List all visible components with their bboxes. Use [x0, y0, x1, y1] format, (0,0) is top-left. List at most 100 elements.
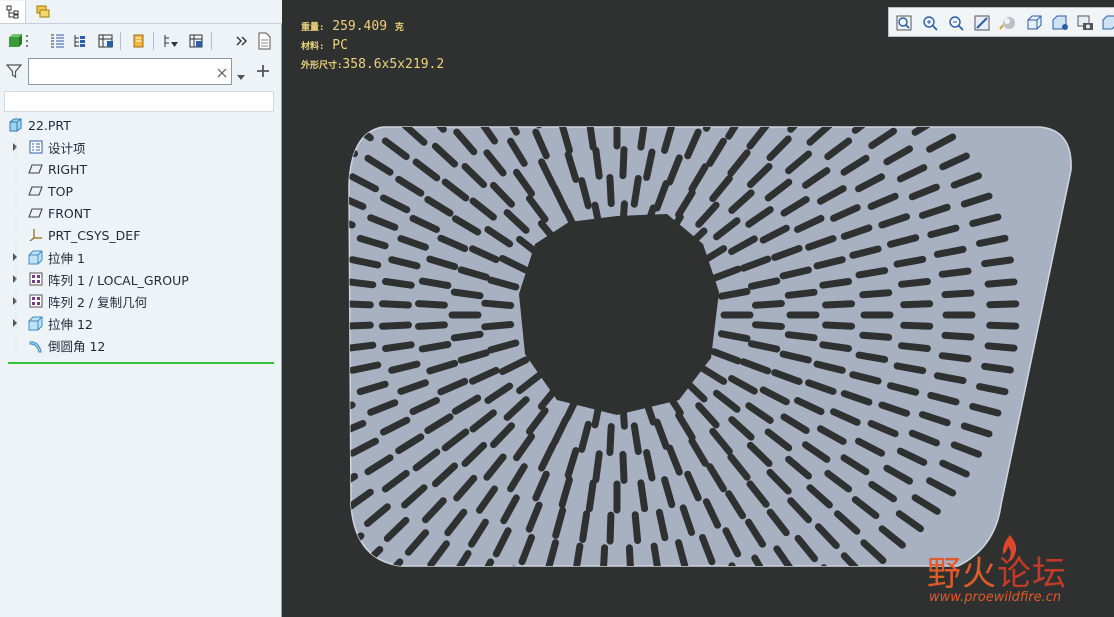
tab-model-tree[interactable]	[0, 1, 26, 23]
more-views-button[interactable]	[1101, 12, 1114, 34]
slot	[630, 175, 642, 208]
tree-item-csys[interactable]: PRT_CSYS_DEF	[0, 224, 282, 246]
extrude-icon	[28, 316, 43, 331]
slot	[283, 218, 307, 225]
slot	[503, 606, 512, 617]
slot	[478, 600, 489, 617]
slot	[938, 352, 972, 363]
slot	[478, 6, 489, 30]
clear-filter-icon[interactable]	[216, 64, 228, 83]
slot	[431, 65, 447, 86]
tree-item-extrude-12[interactable]: 拉伸 12	[0, 312, 282, 334]
slot	[981, 256, 1014, 268]
tree-item-part[interactable]: 22.PRT	[0, 114, 282, 136]
tree-toolbar	[0, 26, 282, 56]
slot	[283, 239, 300, 245]
tree-item-front[interactable]: FRONT	[0, 202, 282, 224]
slot	[450, 330, 484, 342]
show-type-button[interactable]	[160, 30, 182, 52]
highlight-button[interactable]	[127, 30, 149, 52]
tree-item-pattern-2[interactable]: 阵列 2 / 复制几何	[0, 290, 282, 312]
tree-item-right[interactable]: RIGHT	[0, 158, 282, 180]
graphics-window[interactable]: 重量: 259.409 克 材料: PC 外形尺寸:358.6x5x219.2	[283, 0, 1114, 617]
slot	[583, 91, 587, 117]
bookmark-icon	[133, 34, 144, 48]
zoom-in-icon	[923, 16, 938, 31]
slot	[703, 68, 712, 92]
tree-export-button[interactable]	[185, 30, 207, 52]
slot	[610, 0, 611, 12]
slot	[289, 489, 312, 502]
tree-item-design-items[interactable]: 设计项	[0, 136, 282, 158]
slot	[530, 611, 537, 617]
slot	[708, 34, 717, 59]
display-style-button[interactable]	[997, 12, 1019, 34]
slot	[659, 92, 665, 117]
slot	[734, 603, 744, 617]
layers-icon	[36, 5, 50, 18]
slot	[610, 22, 611, 48]
filter-dropdown-icon[interactable]	[236, 67, 246, 86]
more-dots[interactable]	[23, 30, 31, 52]
slot	[283, 260, 294, 264]
refit-button[interactable]	[893, 12, 915, 34]
forum-watermark: 野火论坛 www.proewildfire.cn	[927, 535, 1114, 612]
datum-display-button[interactable]	[1075, 12, 1097, 34]
slot	[757, 596, 769, 617]
saved-orientations-button[interactable]	[1023, 12, 1045, 34]
slot	[283, 472, 298, 484]
watermark-title-b: 论坛	[997, 554, 1067, 594]
tree-item-extrude-1[interactable]: 拉伸 1	[0, 246, 282, 268]
slot	[408, 78, 425, 98]
filter-icon[interactable]	[5, 63, 23, 83]
slot	[855, 351, 889, 363]
tree-item-label: 倒圆角 12	[48, 338, 106, 354]
slot	[661, 0, 665, 14]
tree-columns-button[interactable]	[95, 30, 117, 52]
zoom-in-button[interactable]	[919, 12, 941, 34]
slot	[283, 166, 285, 176]
slot	[777, 60, 792, 81]
slot	[660, 580, 664, 606]
slot	[481, 321, 515, 331]
add-icon[interactable]	[256, 63, 270, 82]
tree-item-round-12[interactable]: 倒圆角 12	[0, 334, 282, 356]
slot	[619, 450, 628, 484]
tree-filter-button[interactable]	[69, 30, 91, 52]
slot	[606, 511, 615, 545]
tree-item-pattern-1[interactable]: 阵列 1 / LOCAL_GROUP	[0, 268, 282, 290]
slot	[428, 583, 442, 605]
slot	[585, 479, 597, 513]
tree-item-top[interactable]: TOP	[0, 180, 282, 202]
slot	[606, 174, 615, 207]
slot	[798, 71, 814, 91]
slot	[292, 424, 316, 433]
repaint-button[interactable]	[971, 12, 993, 34]
slot	[732, 41, 743, 65]
slot	[685, 613, 691, 617]
slot	[619, 146, 628, 180]
slot	[349, 213, 356, 229]
slot	[349, 401, 356, 417]
slot	[592, 450, 603, 484]
zoom-out-button[interactable]	[945, 12, 967, 34]
tab-layers[interactable]	[30, 1, 56, 23]
tree-list-icon	[51, 34, 64, 48]
slot	[630, 422, 642, 455]
slot	[893, 255, 927, 268]
slot	[378, 300, 412, 309]
slot	[900, 321, 934, 330]
part-model[interactable]	[283, 0, 1114, 617]
slot	[637, 479, 649, 513]
slot	[684, 577, 691, 602]
tree-filter-input[interactable]	[28, 58, 232, 85]
document-button[interactable]	[253, 30, 275, 52]
watermark-title: 野火论坛	[927, 546, 1067, 595]
insert-here-marker[interactable]	[8, 362, 274, 364]
slot	[305, 506, 327, 520]
slot	[893, 362, 927, 375]
view-manager-button[interactable]	[1049, 12, 1071, 34]
tree-settings-button[interactable]	[46, 30, 68, 52]
slot	[728, 562, 747, 566]
overflow-button[interactable]	[230, 30, 252, 52]
